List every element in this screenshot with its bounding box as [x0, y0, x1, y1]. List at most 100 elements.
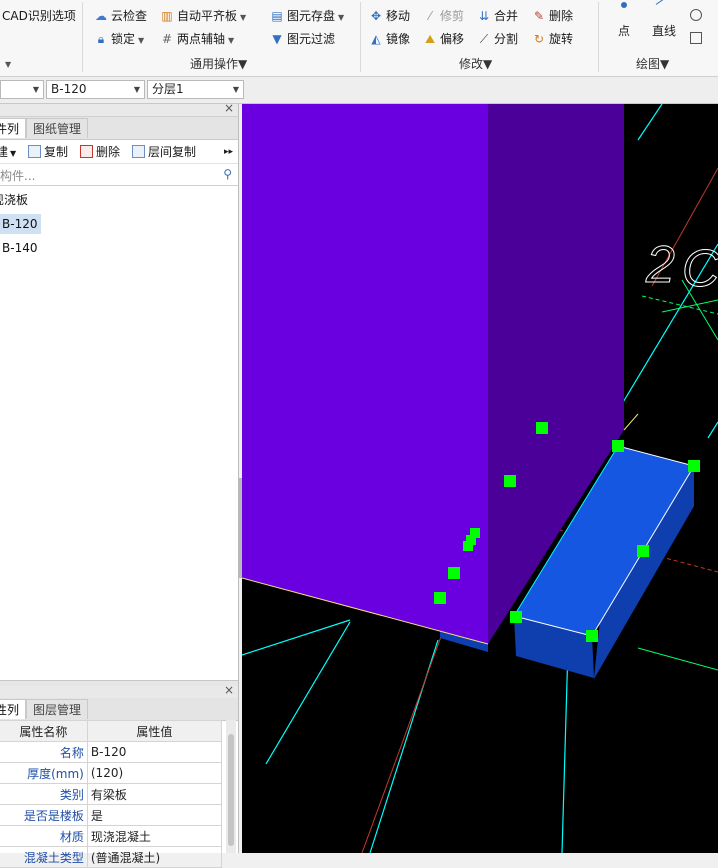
- delete-icon: [80, 145, 93, 158]
- auto-align-slab-button[interactable]: ▥ 自动平齐板 ▼: [160, 7, 246, 25]
- delete-button[interactable]: ✎ 删除: [532, 7, 573, 25]
- circle-icon[interactable]: [690, 9, 702, 21]
- copy-component-button[interactable]: 复制: [28, 143, 68, 161]
- tree-item-slab-category[interactable]: 现浇板: [0, 190, 32, 210]
- component-select[interactable]: B-120 ▼: [46, 80, 145, 99]
- rotate-button[interactable]: ↻ 旋转: [532, 30, 573, 48]
- left-pane: × 构件列表 图纸管理 新建▼ 复制 删除 层间复制 ▸▸ 搜索构件... ⚲ …: [0, 101, 239, 868]
- property-value[interactable]: B-120: [86, 741, 223, 763]
- tree-item-b140[interactable]: B-140: [0, 238, 41, 258]
- ribbon-separator: [360, 2, 361, 72]
- layer-select[interactable]: 分层1 ▼: [147, 80, 244, 99]
- wall-front-face[interactable]: [242, 104, 488, 644]
- property-name: 厚度(mm): [0, 762, 88, 784]
- property-value[interactable]: 有梁板: [86, 783, 223, 805]
- offset-icon: ⛰: [424, 32, 436, 46]
- property-name: 材质: [0, 825, 88, 847]
- cloud-check-button[interactable]: ☁ 云检查: [94, 7, 147, 25]
- ribbon: CAD识别选项 ▼ ☁ 云检查 ▥ 自动平齐板 ▼ 🔒︎ 锁定 ▼ # 两点辅轴 ▼ ▤ 图元存…: [0, 0, 718, 77]
- line-icon: [655, 0, 675, 5]
- delete-label: 删除: [549, 9, 574, 23]
- chevron-down-icon: ▼: [660, 57, 670, 71]
- merge-button[interactable]: ⇊ 合并: [477, 7, 518, 25]
- filter-element-button[interactable]: ▼ 图元过滤: [270, 30, 335, 48]
- delete-label: 删除: [96, 145, 121, 159]
- scroll-thumb[interactable]: [228, 734, 234, 846]
- offset-button[interactable]: ⛰ 偏移: [423, 30, 464, 48]
- grip-point[interactable]: [637, 545, 649, 557]
- component-search[interactable]: 搜索构件... ⚲: [0, 165, 238, 186]
- mirror-button[interactable]: ◭ 镜像: [369, 30, 410, 48]
- grip-point[interactable]: [504, 475, 516, 487]
- axis-label-c: C: [682, 240, 718, 298]
- property-row[interactable]: 3类别有梁板: [0, 783, 223, 805]
- property-row[interactable]: 2厚度(mm)(120): [0, 762, 223, 784]
- grip-point[interactable]: [448, 567, 460, 579]
- chevron-down-icon: ▼: [483, 57, 493, 71]
- property-row[interactable]: 5材质现浇混凝土: [0, 825, 223, 847]
- grip-point[interactable]: [434, 592, 446, 604]
- group-label-draw[interactable]: 绘图▼: [636, 55, 669, 72]
- draw-line-button[interactable]: 直线: [650, 0, 686, 44]
- new-label: 新建: [0, 145, 9, 159]
- viewport-canvas[interactable]: 2 C: [242, 104, 718, 853]
- grip-point[interactable]: [536, 422, 548, 434]
- lock-button[interactable]: 🔒︎ 锁定 ▼: [94, 30, 144, 48]
- chevron-down-icon: ▼: [338, 13, 345, 22]
- layer-select-value: 分层1: [152, 82, 184, 96]
- 3d-viewport[interactable]: 2 C: [242, 104, 718, 853]
- properties-header-row: 属性名称 属性值: [0, 720, 223, 742]
- search-icon[interactable]: ⚲: [223, 167, 232, 181]
- filter-element-label: 图元过滤: [287, 32, 336, 46]
- line-label: 直线: [652, 24, 677, 38]
- floor-copy-button[interactable]: 层间复制: [132, 143, 196, 161]
- component-toolbar: 新建▼ 复制 删除 层间复制 ▸▸: [0, 141, 238, 164]
- property-value[interactable]: (普通混凝土): [86, 846, 223, 868]
- move-button[interactable]: ✥ 移动: [369, 7, 410, 25]
- split-button[interactable]: ⟋ 分割: [477, 30, 518, 48]
- grip-point[interactable]: [510, 611, 522, 623]
- grip-point[interactable]: [688, 460, 700, 472]
- draw-point-button[interactable]: 点: [608, 2, 638, 44]
- trim-button[interactable]: ⁄ 修剪: [423, 7, 464, 25]
- two-point-axis-button[interactable]: # 两点辅轴 ▼: [160, 30, 234, 48]
- more-tools-icon[interactable]: ▸▸: [224, 143, 233, 161]
- group-label-modify[interactable]: 修改▼: [459, 55, 492, 72]
- group-label-general[interactable]: 通用操作▼: [190, 55, 247, 72]
- chevron-down-icon: ▼: [32, 85, 39, 94]
- close-icon[interactable]: ×: [224, 101, 234, 115]
- filter-icon: ▼: [272, 32, 282, 46]
- property-row[interactable]: 4是否是楼板是: [0, 804, 223, 826]
- tab-layer-management[interactable]: 图层管理: [26, 699, 89, 719]
- point-icon: [621, 2, 627, 8]
- cad-group-dropdown[interactable]: ▼: [2, 54, 11, 72]
- property-value[interactable]: 现浇混凝土: [86, 825, 223, 847]
- grip-point[interactable]: [612, 440, 624, 452]
- save-element-button[interactable]: ▤ 图元存盘 ▼: [270, 7, 344, 25]
- property-value[interactable]: 是: [86, 804, 223, 826]
- property-value[interactable]: (120): [86, 762, 223, 784]
- new-component-button[interactable]: 新建▼: [0, 143, 16, 161]
- chevron-down-icon: ▼: [10, 149, 17, 158]
- tab-property-list[interactable]: 属性列表: [0, 699, 26, 737]
- category-select[interactable]: ▼: [0, 80, 44, 99]
- header-property-name: 属性名称: [0, 720, 88, 742]
- copy-icon: [28, 145, 41, 158]
- axis-line-cyan: [637, 104, 663, 141]
- axis-icon: #: [161, 32, 173, 46]
- properties-panel-tabs: 属性列表 图层管理: [0, 698, 238, 737]
- tab-component-list[interactable]: 构件列表: [0, 118, 26, 156]
- move-icon: ✥: [370, 9, 382, 23]
- property-row[interactable]: 6混凝土类型(普通混凝土): [0, 846, 223, 868]
- grip-point[interactable]: [586, 630, 598, 642]
- tab-drawing-management[interactable]: 图纸管理: [26, 118, 89, 138]
- properties-scrollbar[interactable]: [226, 720, 236, 853]
- rectangle-icon[interactable]: [690, 32, 702, 44]
- cad-options-button[interactable]: CAD识别选项: [2, 7, 76, 25]
- tree-item-b120[interactable]: B-120: [0, 214, 42, 234]
- grip-point[interactable]: [463, 541, 473, 551]
- close-icon[interactable]: ×: [224, 683, 234, 697]
- property-row[interactable]: 1名称B-120: [0, 741, 223, 763]
- chevron-down-icon: ▼: [240, 13, 247, 22]
- delete-component-button[interactable]: 删除: [80, 143, 120, 161]
